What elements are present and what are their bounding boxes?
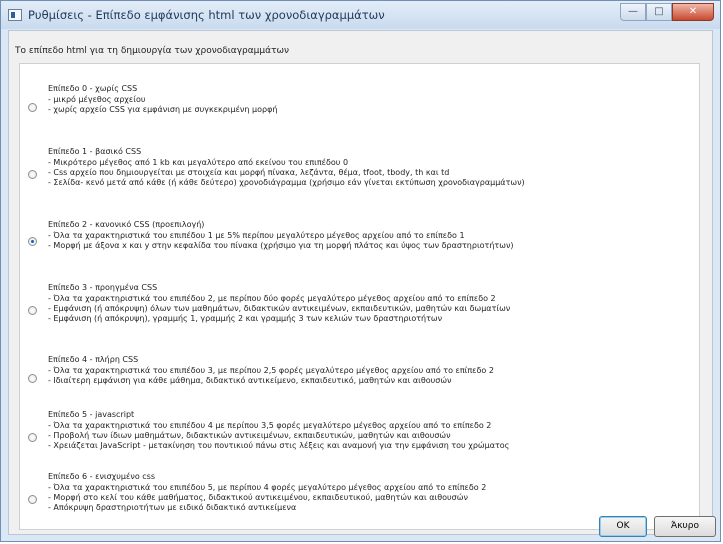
option-title: Επίπεδο 1 - βασικό CSS: [48, 147, 142, 156]
option-line: - Προβολή των ίδιων μαθημάτων, διδακτικώ…: [48, 431, 451, 440]
option-line: - Όλα τα χαρακτηριστικά του επιπέδου 5, …: [48, 483, 487, 492]
option-line: - Μικρότερο μέγεθος από 1 kb και μεγαλύτ…: [48, 158, 349, 167]
option-line: - Ιδιαίτερη εμφάνιση για κάθε μάθημα, δι…: [48, 376, 452, 385]
option-title: Επίπεδο 5 - javascript: [48, 410, 135, 419]
option-line: - Μορφή με άξονα x και y στην κεφαλίδα τ…: [48, 241, 514, 250]
option-title: Επίπεδο 6 - ενισχυμένο css: [48, 472, 155, 481]
radio-level-0[interactable]: [28, 103, 37, 112]
radio-level-4[interactable]: [28, 374, 37, 383]
option-line: - Σελίδα- κενό μετά από κάθε (ή κάθε δεύ…: [48, 178, 525, 187]
option-level-3[interactable]: Επίπεδο 3 - προηγμένα CSS - Όλα τα χαρακ…: [20, 283, 680, 327]
option-title: Επίπεδο 0 - χωρίς CSS: [48, 84, 138, 93]
option-line: - μικρό μέγεθος αρχείου: [48, 95, 146, 104]
radio-level-6[interactable]: [28, 495, 37, 504]
title-bar[interactable]: Ρυθμίσεις - Επίπεδο εμφάνισης html των χ…: [1, 1, 720, 29]
option-level-1[interactable]: Επίπεδο 1 - βασικό CSS - Μικρότερο μέγεθ…: [20, 147, 680, 191]
option-level-2[interactable]: Επίπεδο 2 - κανονικό CSS (προεπιλογή) - …: [20, 220, 680, 254]
dialog-body: Το επίπεδο html για τη δημιουργία των χρ…: [8, 30, 713, 535]
radio-level-3[interactable]: [28, 306, 37, 315]
app-icon: [8, 9, 22, 21]
caption-buttons: — □ ✕: [620, 3, 714, 21]
group-label: Το επίπεδο html για τη δημιουργία των χρ…: [15, 46, 290, 56]
option-level-5[interactable]: Επίπεδο 5 - javascript - Όλα τα χαρακτηρ…: [20, 410, 680, 454]
option-level-6[interactable]: Επίπεδο 6 - ενισχυμένο css - Όλα τα χαρα…: [20, 472, 680, 516]
option-level-0[interactable]: Επίπεδο 0 - χωρίς CSS - μικρό μέγεθος αρ…: [20, 84, 680, 118]
window-title: Ρυθμίσεις - Επίπεδο εμφάνισης html των χ…: [28, 8, 385, 22]
option-title: Επίπεδο 3 - προηγμένα CSS: [48, 283, 158, 292]
option-line: - Απόκρυψη δραστηριοτήτων με ειδικό διδα…: [48, 503, 297, 512]
maximize-button[interactable]: □: [646, 3, 672, 21]
option-line: - Εμφάνιση (ή απόκρυψη), γραμμής 1, γραμ…: [48, 314, 443, 323]
cancel-button[interactable]: Άκυρο: [654, 516, 716, 537]
html-level-group: Επίπεδο 0 - χωρίς CSS - μικρό μέγεθος αρ…: [19, 63, 700, 530]
option-line: - Όλα τα χαρακτηριστικά του επιπέδου 3, …: [48, 366, 494, 375]
option-line: - Css αρχείο που δημιουργείται με στοιχε…: [48, 168, 450, 177]
minimize-button[interactable]: —: [620, 3, 646, 21]
option-title: Επίπεδο 4 - πλήρη CSS: [48, 355, 139, 364]
option-line: - Χρειάζεται JavaScript - μετακίνηση του…: [48, 441, 510, 450]
radio-level-1[interactable]: [28, 170, 37, 179]
radio-level-5[interactable]: [28, 433, 37, 442]
option-title: Επίπεδο 2 - κανονικό CSS (προεπιλογή): [48, 220, 205, 229]
radio-level-2[interactable]: [28, 237, 37, 246]
settings-dialog: Ρυθμίσεις - Επίπεδο εμφάνισης html των χ…: [0, 0, 721, 542]
option-line: - Εμφάνιση (ή απόκρυψη) όλων των μαθημάτ…: [48, 304, 511, 313]
option-line: - Μορφή στο κελί του κάθε μαθήματος, διδ…: [48, 493, 468, 502]
close-button[interactable]: ✕: [672, 3, 714, 21]
option-line: - Όλα τα χαρακτηριστικά του επιπέδου 1 μ…: [48, 231, 465, 240]
option-line: - χωρίς αρχείο CSS για εμφάνιση με συγκε…: [48, 105, 278, 114]
ok-button[interactable]: OK: [599, 516, 647, 537]
option-level-4[interactable]: Επίπεδο 4 - πλήρη CSS - Όλα τα χαρακτηρι…: [20, 355, 680, 389]
option-line: - Όλα τα χαρακτηριστικά του επιπέδου 2, …: [48, 294, 496, 303]
option-line: - Όλα τα χαρακτηριστικά του επιπέδου 4 μ…: [48, 421, 492, 430]
